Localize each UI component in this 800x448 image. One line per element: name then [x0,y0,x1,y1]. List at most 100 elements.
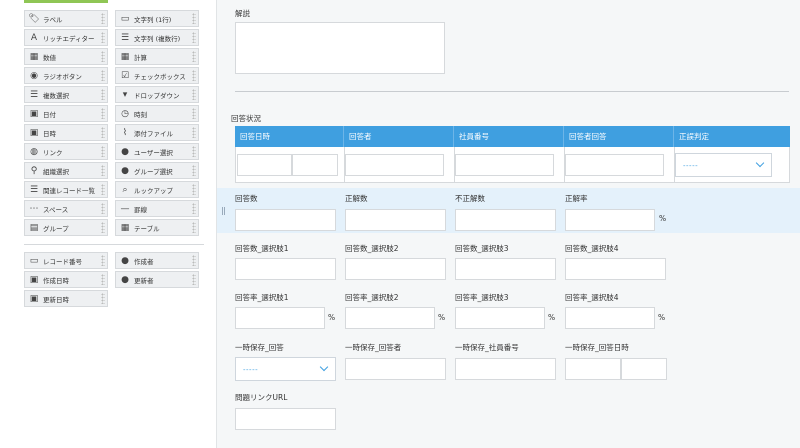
respondent-input[interactable] [345,154,444,176]
drag-grip-icon[interactable] [101,32,105,43]
palette-item[interactable]: ▾ ドロップダウン [115,86,199,103]
palette-item[interactable]: ● グループ選択 [115,162,199,179]
drag-grip-icon[interactable] [101,184,105,195]
drag-grip-icon[interactable] [101,127,105,138]
drag-grip-icon[interactable] [192,203,196,214]
correct-rate-input[interactable] [565,209,655,231]
percent-unit: % [328,313,336,322]
palette-item[interactable]: ☰ 文字列 (複数行) [115,29,199,46]
drag-grip-icon[interactable] [192,89,196,100]
drag-grip-icon[interactable] [192,146,196,157]
palette-item[interactable]: — 罫線 [115,200,199,217]
drag-grip-icon[interactable] [192,70,196,81]
drag-grip-icon[interactable] [192,184,196,195]
answer-date-input[interactable] [237,154,292,176]
temp-answer-time-input[interactable] [621,358,667,380]
palette-item[interactable]: ◉ ラジオボタン [24,67,108,84]
field-label: 不正解数 [455,194,485,203]
drag-grip-icon[interactable] [192,127,196,138]
drag-grip-icon[interactable] [101,222,105,233]
drag-grip-icon[interactable] [192,274,196,285]
temp-respondent-input[interactable] [345,358,446,380]
table-header-cell: 回答者 [344,126,454,147]
choice3-count-input[interactable] [455,258,556,280]
palette-item[interactable]: ● ユーザー選択 [115,143,199,160]
drag-grip-icon[interactable] [101,274,105,285]
choice3-rate-input[interactable] [455,307,545,329]
palette-item[interactable]: ▣ 作成日時 [24,271,108,288]
temp-answer-date-input[interactable] [565,358,621,380]
user-icon: ● [121,146,129,157]
palette-item[interactable]: ◷ 時刻 [115,105,199,122]
drag-grip-icon[interactable] [192,255,196,266]
field-label: 一時保存_社員番号 [455,343,519,352]
drag-grip-icon[interactable] [101,146,105,157]
drag-grip-icon[interactable] [101,108,105,119]
table-icon: ▦ [120,222,130,233]
rule-line [235,91,789,92]
palette-item[interactable]: ▣ 更新日時 [24,290,108,307]
palette-item[interactable]: ▣ 日時 [24,124,108,141]
palette-item[interactable]: 🏷 ラベル [24,10,108,27]
choice1-count-input[interactable] [235,258,336,280]
palette-item-label: ラジオボタン [43,72,82,81]
palette-item-label: リンク [43,148,63,157]
drag-handle-icon[interactable] [222,207,225,215]
drag-grip-icon[interactable] [101,255,105,266]
drag-grip-icon[interactable] [192,51,196,62]
palette-item[interactable]: ⚲ 組織選択 [24,162,108,179]
drag-grip-icon[interactable] [192,13,196,24]
drag-grip-icon[interactable] [192,222,196,233]
palette-item[interactable]: A リッチエディター [24,29,108,46]
palette-item-label: レコード番号 [43,257,82,266]
choice4-rate-input[interactable] [565,307,655,329]
drag-grip-icon[interactable] [192,32,196,43]
explanation-textarea[interactable] [235,22,445,74]
palette-item-label: 更新者 [134,276,154,285]
palette-item[interactable]: ▦ 計算 [115,48,199,65]
field-label: 正解数 [345,194,368,203]
drag-grip-icon[interactable] [101,13,105,24]
palette-item[interactable]: ▣ 日付 [24,105,108,122]
palette-item-label: 更新日時 [43,295,69,304]
palette-item[interactable]: ☰ 関連レコード一覧 [24,181,108,198]
temp-employee-number-input[interactable] [455,358,556,380]
drag-grip-icon[interactable] [101,165,105,176]
drag-grip-icon[interactable] [192,165,196,176]
drag-grip-icon[interactable] [101,51,105,62]
answer-count-input[interactable] [235,209,336,231]
palette-item[interactable]: ▭ 文字列 (1行) [115,10,199,27]
temp-answer-dropdown[interactable]: ----- [235,357,336,381]
dropdown-icon: ▾ [122,89,128,100]
percent-unit: % [438,313,446,322]
palette-item[interactable]: ⌇ 添付ファイル [115,124,199,141]
drag-grip-icon[interactable] [101,89,105,100]
incorrect-count-input[interactable] [455,209,556,231]
question-link-url-input[interactable] [235,408,336,430]
employee-number-input[interactable] [455,154,554,176]
text-single-icon: ▭ [120,13,130,24]
palette-item[interactable]: ⋯ スペース [24,200,108,217]
answer-time-input[interactable] [292,154,338,176]
palette-item[interactable]: ☰ 複数選択 [24,86,108,103]
palette-item[interactable]: ▦ 数値 [24,48,108,65]
drag-grip-icon[interactable] [101,70,105,81]
correct-count-input[interactable] [345,209,446,231]
choice2-rate-input[interactable] [345,307,435,329]
choice4-count-input[interactable] [565,258,666,280]
palette-item[interactable]: ▤ グループ [24,219,108,236]
correctness-dropdown[interactable]: ----- [675,153,772,177]
palette-item[interactable]: ⌕ ルックアップ [115,181,199,198]
palette-item[interactable]: ● 作成者 [115,252,199,269]
palette-item[interactable]: ▭ レコード番号 [24,252,108,269]
palette-item[interactable]: ● 更新者 [115,271,199,288]
choice1-rate-input[interactable] [235,307,325,329]
respondent-answer-input[interactable] [565,154,664,176]
drag-grip-icon[interactable] [101,203,105,214]
palette-item[interactable]: ☑ チェックボックス [115,67,199,84]
choice2-count-input[interactable] [345,258,446,280]
palette-item[interactable]: ▦ テーブル [115,219,199,236]
palette-item[interactable]: ◍ リンク [24,143,108,160]
drag-grip-icon[interactable] [101,293,105,304]
drag-grip-icon[interactable] [192,108,196,119]
